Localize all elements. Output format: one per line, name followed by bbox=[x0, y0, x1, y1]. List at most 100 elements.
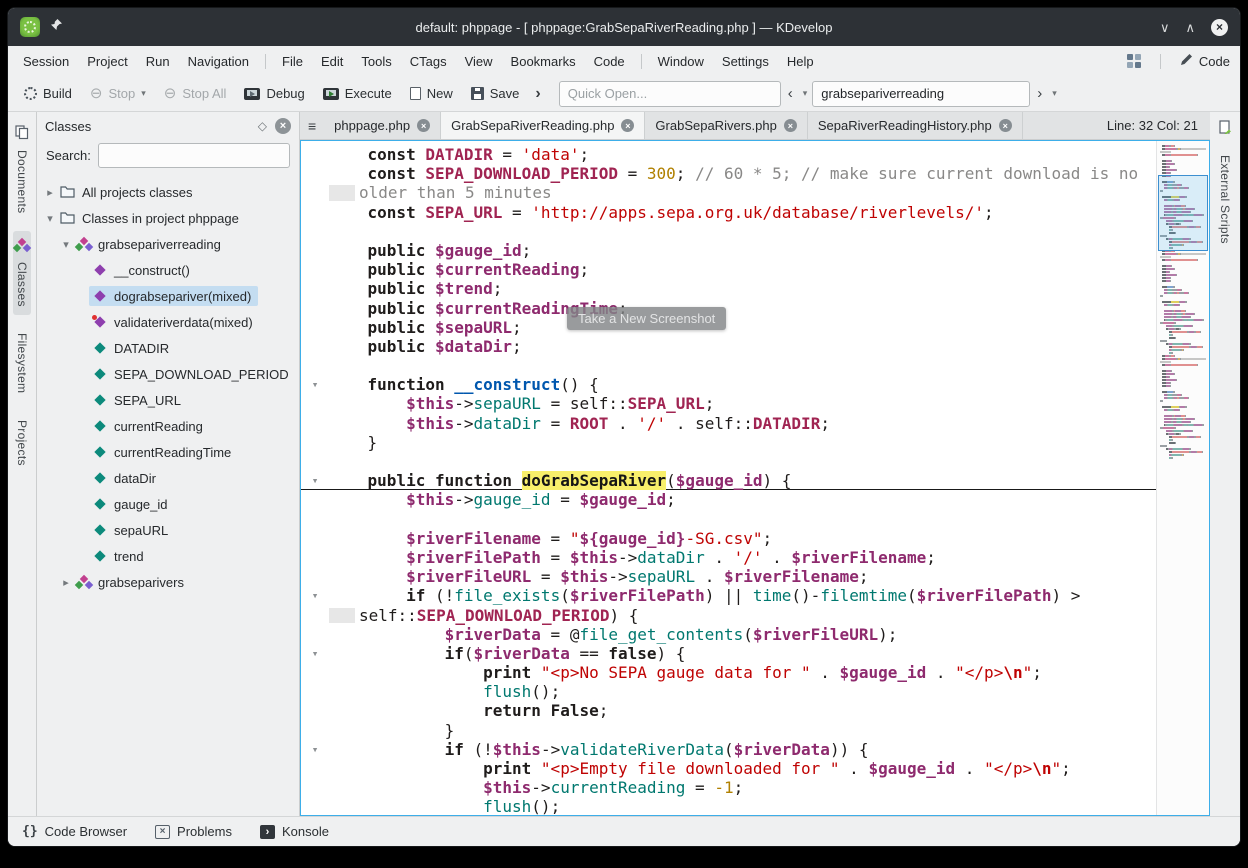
dock-tab-external-scripts[interactable]: External Scripts bbox=[1217, 147, 1233, 252]
code-editor[interactable]: const DATADIR = 'data'; const SEPA_DOWNL… bbox=[300, 140, 1210, 816]
area-switcher-button[interactable]: Code bbox=[1180, 53, 1230, 69]
tree-item-body[interactable]: currentReadingTime bbox=[89, 442, 238, 462]
external-scripts-icon[interactable] bbox=[1218, 120, 1233, 140]
menu-help[interactable]: Help bbox=[778, 51, 823, 72]
tree-item-body[interactable]: sepaURL bbox=[89, 520, 175, 540]
debug-button[interactable]: Debug bbox=[236, 82, 312, 105]
fold-marker-icon[interactable]: ▾ bbox=[301, 644, 329, 663]
toolbar-overflow-icon[interactable]: › bbox=[529, 85, 546, 103]
stop-all-button[interactable]: ⊖ Stop All bbox=[156, 82, 235, 105]
expander-down-icon[interactable]: ▾ bbox=[43, 212, 57, 225]
dock-tab-filesystem[interactable]: Filesystem bbox=[14, 325, 30, 401]
tab-close-icon[interactable]: × bbox=[621, 119, 634, 132]
menu-navigation[interactable]: Navigation bbox=[179, 51, 258, 72]
menu-bookmarks[interactable]: Bookmarks bbox=[502, 51, 585, 72]
menu-edit[interactable]: Edit bbox=[312, 51, 352, 72]
tree-item-validateriverdata-mixed[interactable]: validateriverdata(mixed) bbox=[37, 309, 299, 335]
panel-close-icon[interactable]: × bbox=[275, 118, 291, 134]
titlebar[interactable]: default: phppage - [ phppage:GrabSepaRiv… bbox=[8, 8, 1240, 46]
expander-down-icon[interactable]: ▾ bbox=[59, 238, 73, 251]
fold-marker-icon[interactable]: ▾ bbox=[301, 471, 329, 490]
tree-item-classes-in-project-phppage[interactable]: ▾Classes in project phppage bbox=[37, 205, 299, 231]
tree-item-body[interactable]: trend bbox=[89, 546, 151, 566]
editor-tab-grabsepariverreading-php[interactable]: GrabSepaRiverReading.php× bbox=[441, 112, 645, 139]
editor-tab-separiverreadinghistory-php[interactable]: SepaRiverReadingHistory.php× bbox=[808, 112, 1023, 139]
close-icon[interactable]: × bbox=[1211, 19, 1228, 36]
maximize-icon[interactable]: ∧ bbox=[1185, 21, 1195, 34]
tree-item-body[interactable]: gauge_id bbox=[89, 494, 175, 514]
menu-view[interactable]: View bbox=[456, 51, 502, 72]
dock-tab-documents[interactable]: Documents bbox=[14, 117, 30, 221]
tree-item-trend[interactable]: trend bbox=[37, 543, 299, 569]
tree-item-body[interactable]: validateriverdata(mixed) bbox=[89, 312, 260, 332]
menu-project[interactable]: Project bbox=[78, 51, 136, 72]
tree-item-grabsepariverreading[interactable]: ▾grabsepariverreading bbox=[37, 231, 299, 257]
editor-tab-grabseparivers-php[interactable]: GrabSepaRivers.php× bbox=[645, 112, 807, 139]
document-list-icon[interactable]: ≡ bbox=[300, 112, 324, 139]
chevron-down-icon[interactable]: ▾ bbox=[1049, 86, 1060, 101]
problems-button[interactable]: ×Problems bbox=[155, 824, 232, 839]
tree-item-body[interactable]: grabseparivers bbox=[73, 572, 191, 592]
pin-icon[interactable] bbox=[50, 18, 63, 36]
editor-tab-phppage-php[interactable]: phppage.php× bbox=[324, 112, 441, 139]
code-browser-button[interactable]: {}Code Browser bbox=[22, 824, 127, 839]
tree-item-grabseparivers[interactable]: ▸grabseparivers bbox=[37, 569, 299, 595]
quick-open-input[interactable] bbox=[559, 81, 781, 107]
tree-item-construct[interactable]: __construct() bbox=[37, 257, 299, 283]
tree-item-datadir[interactable]: dataDir bbox=[37, 465, 299, 491]
tree-item-gauge-id[interactable]: gauge_id bbox=[37, 491, 299, 517]
classes-search-input[interactable] bbox=[98, 143, 290, 168]
menu-file[interactable]: File bbox=[273, 51, 312, 72]
tree-item-body[interactable]: dataDir bbox=[89, 468, 163, 488]
tree-item-body[interactable]: DATADIR bbox=[89, 338, 176, 358]
tree-item-sepaurl[interactable]: sepaURL bbox=[37, 517, 299, 543]
fold-marker-icon[interactable]: ▾ bbox=[301, 375, 329, 394]
tree-item-body[interactable]: SEPA_URL bbox=[89, 390, 188, 410]
menu-run[interactable]: Run bbox=[137, 51, 179, 72]
tab-close-icon[interactable]: × bbox=[784, 119, 797, 132]
tree-item-body[interactable]: currentReading bbox=[89, 416, 210, 436]
chevron-down-icon[interactable]: ▾ bbox=[800, 86, 811, 101]
fold-marker-icon[interactable]: ▾ bbox=[301, 586, 329, 605]
kdevelop-app-icon[interactable] bbox=[20, 17, 40, 37]
tree-item-body[interactable]: SEPA_DOWNLOAD_PERIOD bbox=[89, 364, 296, 384]
execute-button[interactable]: Execute bbox=[315, 82, 400, 105]
chevron-left-icon[interactable]: ‹ bbox=[783, 83, 798, 104]
minimap-viewport[interactable] bbox=[1158, 175, 1208, 251]
tree-item-all-projects-classes[interactable]: ▸All projects classes bbox=[37, 179, 299, 205]
menu-session[interactable]: Session bbox=[14, 51, 78, 72]
chevron-down-icon[interactable]: ▾ bbox=[141, 88, 146, 99]
fold-marker-icon[interactable]: ▾ bbox=[301, 740, 329, 759]
menu-window[interactable]: Window bbox=[649, 51, 713, 72]
menu-settings[interactable]: Settings bbox=[713, 51, 778, 72]
tree-item-sepa-url[interactable]: SEPA_URL bbox=[37, 387, 299, 413]
tree-item-datadir[interactable]: DATADIR bbox=[37, 335, 299, 361]
dock-tab-projects[interactable]: Projects bbox=[14, 412, 30, 474]
tree-item-currentreading[interactable]: currentReading bbox=[37, 413, 299, 439]
chevron-right-icon[interactable]: › bbox=[1032, 83, 1047, 104]
tree-item-body[interactable]: Classes in project phppage bbox=[57, 208, 246, 228]
expander-right-icon[interactable]: ▸ bbox=[59, 576, 73, 589]
tree-item-body[interactable]: dograbsepariver(mixed) bbox=[89, 286, 258, 306]
tree-item-currentreadingtime[interactable]: currentReadingTime bbox=[37, 439, 299, 465]
stop-button[interactable]: ⊖ Stop ▾ bbox=[82, 82, 154, 105]
tree-item-body[interactable]: grabsepariverreading bbox=[73, 234, 228, 254]
detach-panel-icon[interactable]: ◇ bbox=[258, 119, 267, 133]
tree-item-sepa-download-period[interactable]: SEPA_DOWNLOAD_PERIOD bbox=[37, 361, 299, 387]
area-grid-icon[interactable] bbox=[1127, 54, 1141, 68]
tab-close-icon[interactable]: × bbox=[417, 119, 430, 132]
tree-item-body[interactable]: All projects classes bbox=[57, 182, 200, 202]
menu-tools[interactable]: Tools bbox=[352, 51, 400, 72]
build-button[interactable]: Build bbox=[16, 82, 80, 105]
menu-code[interactable]: Code bbox=[585, 51, 634, 72]
tree-item-body[interactable]: __construct() bbox=[89, 260, 197, 280]
minimize-icon[interactable]: ∨ bbox=[1160, 21, 1170, 34]
save-button[interactable]: Save bbox=[463, 82, 528, 105]
minimap-scrollbar[interactable] bbox=[1156, 141, 1209, 815]
new-button[interactable]: New bbox=[402, 82, 461, 105]
tab-close-icon[interactable]: × bbox=[999, 119, 1012, 132]
tree-item-dograbsepariver-mixed[interactable]: dograbsepariver(mixed) bbox=[37, 283, 299, 309]
dock-tab-classes[interactable]: Classes bbox=[13, 231, 31, 315]
expander-right-icon[interactable]: ▸ bbox=[43, 186, 57, 199]
konsole-button[interactable]: ›Konsole bbox=[260, 824, 329, 839]
